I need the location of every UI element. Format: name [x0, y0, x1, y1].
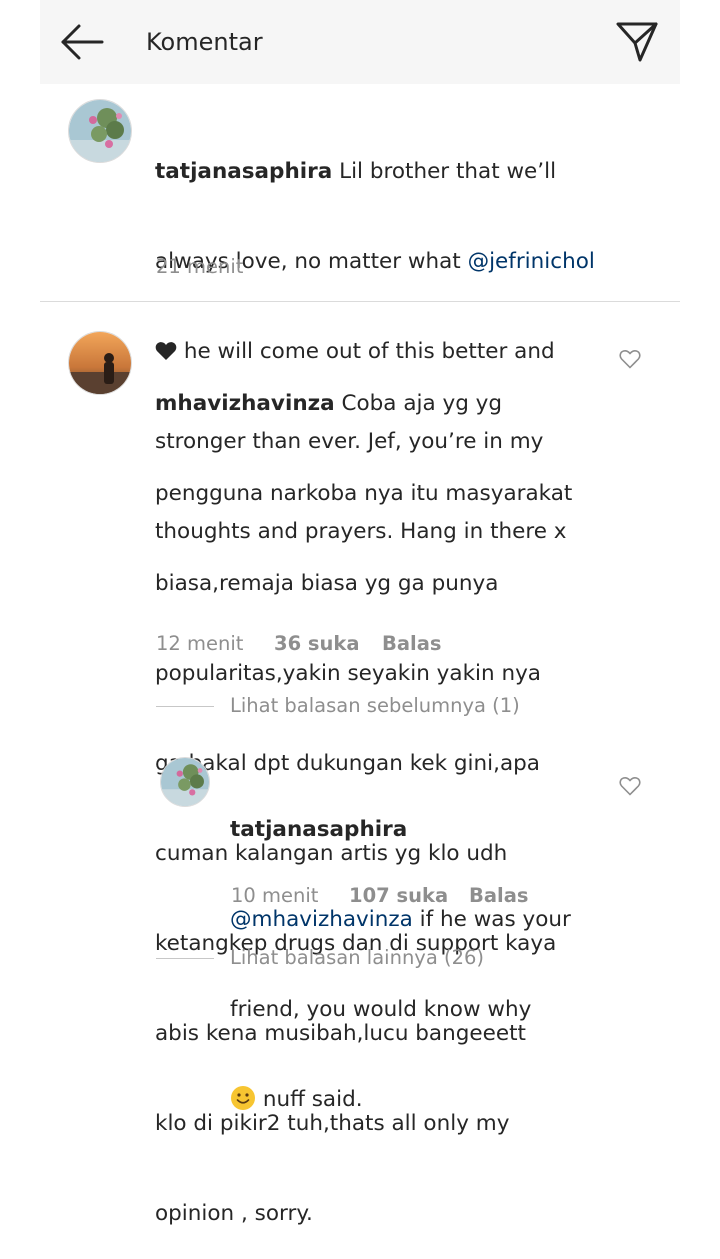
comment-time: 21 menit	[156, 255, 244, 278]
comment-time: 10 menit	[231, 884, 319, 907]
avatar[interactable]	[68, 331, 132, 395]
comment-text-line: if he was your	[412, 907, 571, 932]
like-count[interactable]: 36 suka	[274, 631, 382, 657]
comment-text-line: popularitas,yakin seyakin yakin nya	[155, 661, 541, 686]
comment-time: 12 menit	[156, 632, 244, 655]
view-more-replies[interactable]: Lihat balasan lainnya (26)	[156, 945, 484, 971]
comment-meta: 10 menit 107 suka Balas	[231, 883, 528, 909]
comment-text-line: pengguna narkoba nya itu masyarakat	[155, 481, 573, 506]
avatar[interactable]	[68, 99, 132, 163]
reply-button[interactable]: Balas	[469, 883, 528, 909]
avatar-image	[161, 758, 209, 806]
comment-text-line: Lil brother that we’ll	[332, 159, 557, 184]
avatar[interactable]	[160, 757, 210, 807]
replies-rule	[156, 958, 214, 959]
replies-rule	[156, 706, 214, 707]
comment-meta: 12 menit 36 suka Balas	[156, 631, 441, 657]
reply-button[interactable]: Balas	[382, 631, 441, 657]
comment-text-line: nuff said.	[256, 1087, 363, 1112]
mention-link[interactable]: @mhavizhavinza	[230, 907, 413, 932]
comment-text-line: Coba aja yg yg	[334, 391, 503, 416]
view-previous-replies[interactable]: Lihat balasan sebelumnya (1)	[156, 693, 520, 719]
like-button[interactable]	[619, 349, 641, 369]
comment-username[interactable]: mhavizhavinza	[155, 391, 335, 416]
comment-username[interactable]: tatjanasaphira	[230, 817, 407, 842]
top-bar	[40, 0, 680, 84]
share-button[interactable]	[614, 18, 660, 64]
divider	[40, 301, 680, 302]
mention-link[interactable]: @jefrinichol	[468, 249, 595, 274]
comment-text-line: friend, you would know why	[230, 997, 532, 1022]
smiling-face-icon	[231, 1086, 255, 1110]
avatar-image	[69, 332, 131, 394]
comment-username[interactable]: tatjanasaphira	[155, 159, 332, 184]
comment-text-line: biasa,remaja biasa yg ga punya	[155, 571, 499, 596]
heart-outline-icon	[619, 350, 641, 369]
page-title: Komentar	[146, 28, 263, 56]
heart-outline-icon	[619, 777, 641, 796]
like-button[interactable]	[619, 776, 641, 796]
comment-meta: 21 menit	[156, 254, 243, 280]
arrow-left-icon	[61, 24, 104, 60]
avatar-image	[69, 100, 131, 162]
replies-toggle-label: Lihat balasan lainnya (26)	[230, 946, 485, 969]
replies-toggle-label: Lihat balasan sebelumnya (1)	[230, 694, 520, 717]
comment-text-line: opinion , sorry.	[155, 1201, 313, 1226]
paper-plane-icon	[616, 22, 658, 62]
like-count[interactable]: 107 suka	[349, 883, 469, 909]
back-button[interactable]	[58, 22, 106, 62]
